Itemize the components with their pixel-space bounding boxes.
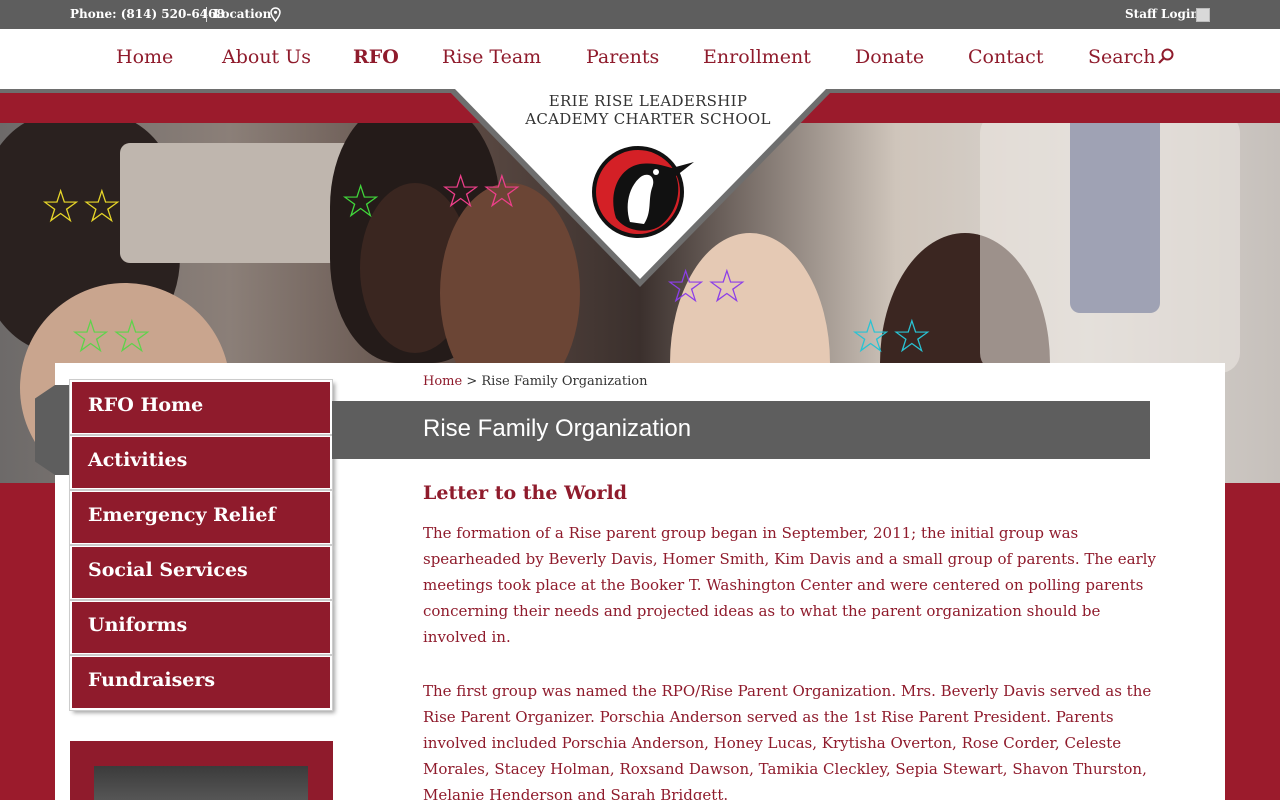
nav-parents[interactable]: Parents (586, 46, 659, 68)
search-icon[interactable] (1157, 48, 1175, 66)
body-paragraph-2: The first group was named the RPO/Rise P… (423, 682, 1152, 800)
sidebar-item-fundraisers[interactable]: Fundraisers (69, 654, 333, 711)
nav-search[interactable]: Search (1088, 46, 1156, 68)
page-title-bar: Rise Family Organization (332, 401, 1150, 459)
breadcrumb-home-link[interactable]: Home (423, 374, 462, 389)
nav-about-us[interactable]: About Us (222, 46, 311, 68)
nav-home[interactable]: Home (116, 46, 173, 68)
nav-rfo[interactable]: RFO (353, 46, 399, 68)
utility-bar: Phone: (814) 520-6468 Location Staff Log… (0, 0, 1280, 29)
body-paragraph-1: The formation of a Rise parent group beg… (423, 524, 1156, 646)
school-name-line-2: ACADEMY CHARTER SCHOOL (525, 110, 771, 128)
nav-rise-team[interactable]: Rise Team (442, 46, 541, 68)
staff-login-link[interactable]: Staff Login (1125, 7, 1199, 21)
rfo-sidebar-menu: RFO Home Activities Emergency Relief Soc… (69, 379, 333, 711)
location-link[interactable]: Location (213, 7, 271, 21)
sidebar-item-emergency-relief[interactable]: Emergency Relief (69, 489, 333, 546)
sidebar-notch (35, 385, 75, 475)
user-icon[interactable] (1196, 8, 1210, 22)
nav-donate[interactable]: Donate (855, 46, 924, 68)
penguin-logo-icon[interactable] (590, 144, 696, 240)
sidebar-photo-box (70, 741, 333, 800)
breadcrumb-separator: > (466, 374, 478, 389)
main-nav: Home About Us RFO Rise Team Parents Enro… (0, 29, 1280, 89)
sidebar-item-social-services[interactable]: Social Services (69, 544, 333, 601)
school-name[interactable]: ERIE RISE LEADERSHIP ACADEMY CHARTER SCH… (490, 92, 806, 128)
nav-enrollment[interactable]: Enrollment (703, 46, 811, 68)
school-name-line-1: ERIE RISE LEADERSHIP (548, 92, 748, 110)
sidebar-item-uniforms[interactable]: Uniforms (69, 599, 333, 656)
nav-contact[interactable]: Contact (968, 46, 1043, 68)
sidebar-item-activities[interactable]: Activities (69, 434, 333, 491)
breadcrumb-current: Rise Family Organization (481, 374, 648, 389)
location-pin-icon[interactable] (270, 7, 281, 22)
breadcrumb: Home > Rise Family Organization (423, 374, 647, 389)
divider (206, 7, 207, 22)
page-title: Rise Family Organization (423, 415, 692, 442)
sidebar-item-rfo-home[interactable]: RFO Home (69, 379, 333, 436)
sidebar-photo (94, 766, 308, 800)
section-heading: Letter to the World (423, 482, 628, 504)
phone-number[interactable]: Phone: (814) 520-6468 (70, 7, 225, 21)
